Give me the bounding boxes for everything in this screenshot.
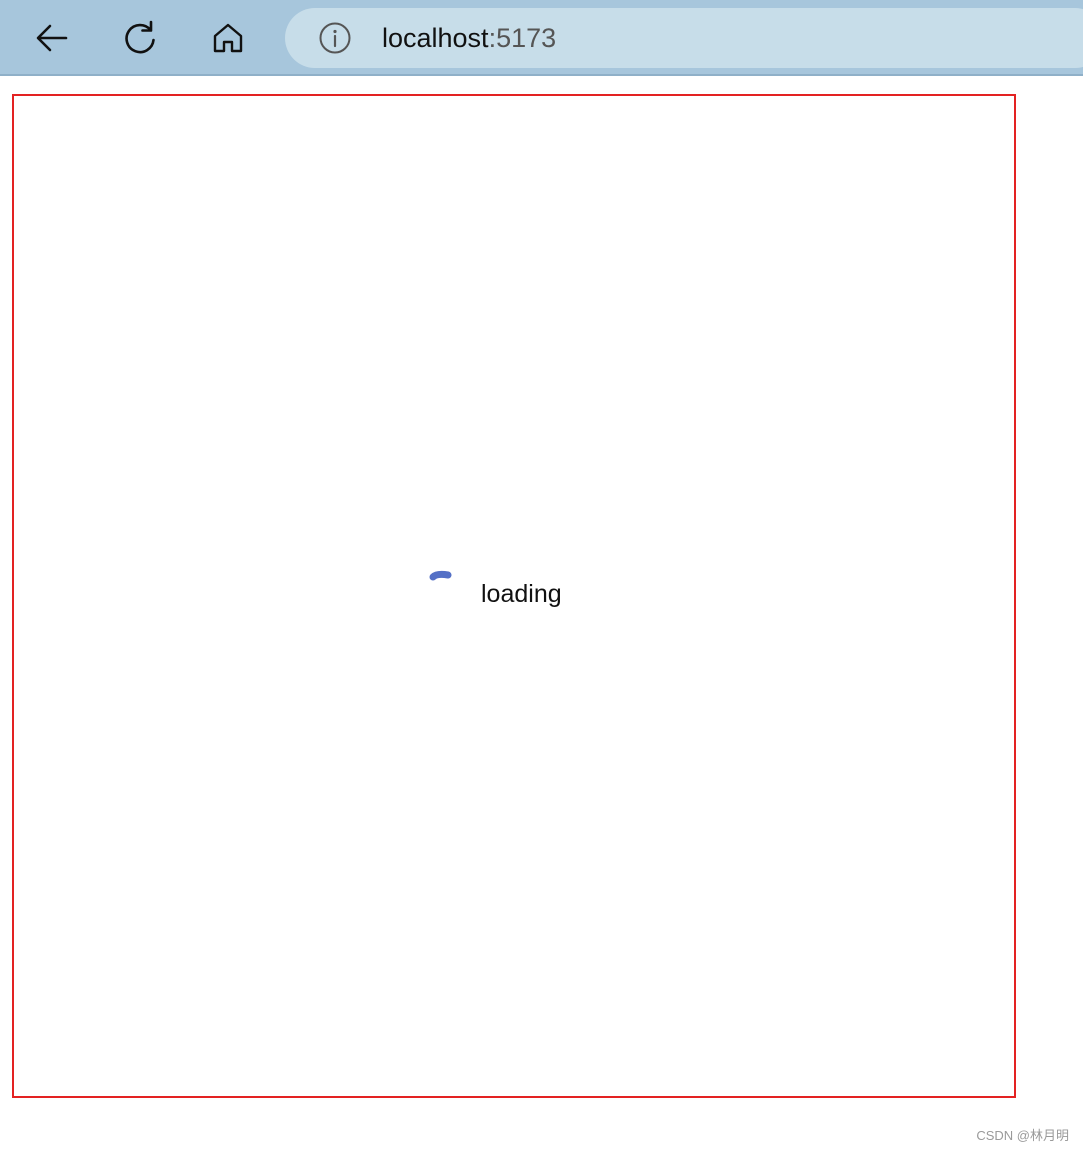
- watermark: CSDN @林月明: [976, 1128, 1069, 1143]
- home-icon: [213, 23, 243, 53]
- info-icon[interactable]: [318, 21, 352, 55]
- browser-toolbar: localhost:5173: [0, 0, 1083, 76]
- spinner-icon: [429, 570, 452, 581]
- url-port: :5173: [488, 23, 557, 53]
- reload-button[interactable]: [116, 14, 164, 62]
- reload-icon: [125, 20, 155, 54]
- loading-text: loading: [481, 580, 562, 608]
- back-button[interactable]: [28, 14, 76, 62]
- url-text[interactable]: localhost:5173: [382, 21, 556, 55]
- url-host: localhost: [382, 23, 489, 53]
- address-bar[interactable]: localhost:5173: [285, 8, 1083, 68]
- page-content-frame: loading: [12, 94, 1016, 1098]
- back-arrow-icon: [36, 24, 68, 52]
- home-button[interactable]: [204, 14, 252, 62]
